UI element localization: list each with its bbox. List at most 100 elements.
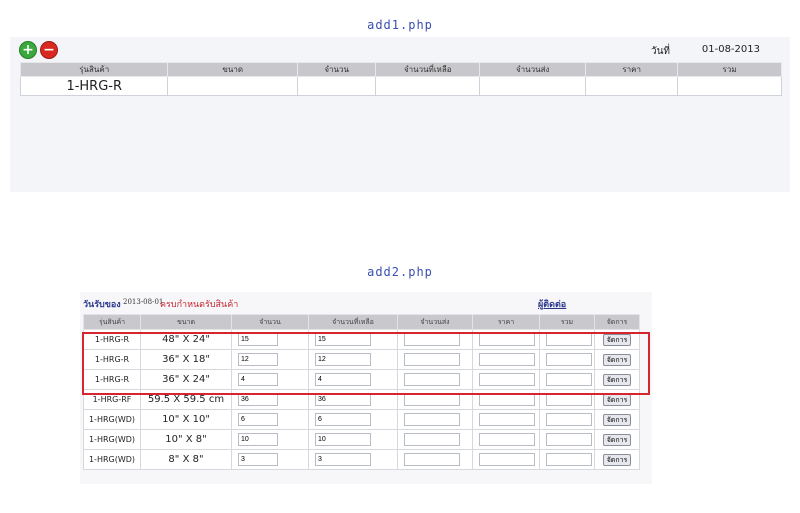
price-input[interactable] (479, 433, 535, 446)
plus-circle-icon[interactable]: + (19, 41, 37, 59)
col-model: รุ่นสินค้า (83, 314, 141, 330)
manage-button[interactable]: จัดการ (602, 393, 632, 406)
send-cell (397, 449, 473, 470)
remain-input[interactable] (315, 413, 371, 426)
size-cell: 10" X 10" (140, 409, 232, 430)
send-cell (397, 369, 473, 390)
col-size: ขนาด (140, 314, 232, 330)
col-price: ราคา (472, 314, 540, 330)
send-cell (397, 409, 473, 430)
table-row: 1-HRG-R36" X 18" จัดการ (83, 349, 640, 370)
model-cell: 1-HRG(WD) (83, 449, 141, 470)
send-input[interactable] (404, 413, 460, 426)
size-cell: 48" X 24" (140, 329, 232, 350)
manage-button[interactable]: จัดการ (602, 453, 632, 466)
col-remain: จำนวนที่เหลือ (375, 62, 481, 77)
remain-input[interactable] (315, 353, 371, 366)
table-row: 1-HRG-R (19, 76, 782, 96)
remain-cell (308, 329, 398, 350)
contact-link[interactable]: ผู้ติดต่อ (538, 297, 566, 311)
total-cell (677, 76, 782, 96)
remain-cell (308, 349, 398, 370)
remain-cell (308, 369, 398, 390)
total-input[interactable] (546, 453, 592, 466)
date-label: วันที่ (650, 46, 670, 57)
qty-cell (231, 349, 309, 370)
send-input[interactable] (404, 433, 460, 446)
model-cell: 1-HRG-R (83, 349, 141, 370)
price-cell (472, 449, 540, 470)
price-input[interactable] (479, 373, 535, 386)
manage-cell: จัดการ (594, 369, 640, 390)
price-input[interactable] (479, 453, 535, 466)
remain-input[interactable] (315, 433, 371, 446)
model-cell: 1-HRG-R (19, 76, 169, 96)
remain-cell (308, 449, 398, 470)
col-qty: จำนวน (296, 62, 377, 77)
price-input[interactable] (479, 393, 535, 406)
manage-button[interactable]: จัดการ (602, 433, 632, 446)
total-input[interactable] (546, 353, 592, 366)
manage-cell: จัดการ (594, 429, 640, 450)
model-cell: 1-HRG-R (83, 369, 141, 390)
qty-input[interactable] (238, 453, 278, 466)
receive-date-value: 2013-08-01 (123, 298, 164, 306)
remain-cell (375, 76, 481, 96)
qty-input[interactable] (238, 433, 278, 446)
col-total: รวม (539, 314, 595, 330)
price-cell (472, 429, 540, 450)
price-input[interactable] (479, 333, 535, 346)
send-input[interactable] (404, 373, 460, 386)
manage-button[interactable]: จัดการ (602, 373, 632, 386)
manage-button[interactable]: จัดการ (602, 353, 632, 366)
size-cell (167, 76, 298, 96)
remain-cell (308, 429, 398, 450)
send-input[interactable] (404, 393, 460, 406)
qty-cell (231, 429, 309, 450)
add2-panel: วันรับของ 2013-08-01 ครบกำหนดรับสินค้า ผ… (80, 292, 652, 484)
qty-input[interactable] (238, 393, 278, 406)
price-cell (472, 409, 540, 430)
qty-cell (231, 409, 309, 430)
qty-input[interactable] (238, 373, 278, 386)
total-cell (539, 389, 595, 410)
total-input[interactable] (546, 413, 592, 426)
remain-input[interactable] (315, 373, 371, 386)
total-cell (539, 349, 595, 370)
total-input[interactable] (546, 333, 592, 346)
send-cell (397, 429, 473, 450)
qty-input[interactable] (238, 413, 278, 426)
size-cell: 10" X 8" (140, 429, 232, 450)
minus-circle-icon[interactable]: − (40, 41, 58, 59)
manage-button[interactable]: จัดการ (602, 333, 632, 346)
send-input[interactable] (404, 353, 460, 366)
manage-button[interactable]: จัดการ (602, 413, 632, 426)
send-input[interactable] (404, 333, 460, 346)
price-cell (585, 76, 679, 96)
model-cell: 1-HRG(WD) (83, 429, 141, 450)
price-cell (472, 369, 540, 390)
total-input[interactable] (546, 393, 592, 406)
size-cell: 36" X 18" (140, 349, 232, 370)
col-model: รุ่นสินค้า (19, 62, 169, 77)
table-row: 1-HRG(WD)10" X 8" จัดการ (83, 429, 640, 450)
add1-caption: add1.php (367, 18, 433, 32)
send-cell (397, 389, 473, 410)
table-row: 1-HRG-RF59.5 X 59.5 cm จัดการ (83, 389, 640, 410)
remain-input[interactable] (315, 453, 371, 466)
price-cell (472, 389, 540, 410)
qty-input[interactable] (238, 353, 278, 366)
send-cell (397, 329, 473, 350)
total-input[interactable] (546, 433, 592, 446)
qty-input[interactable] (238, 333, 278, 346)
total-input[interactable] (546, 373, 592, 386)
remain-input[interactable] (315, 333, 371, 346)
due-status-text: ครบกำหนดรับสินค้า (160, 300, 239, 310)
price-input[interactable] (479, 413, 535, 426)
price-input[interactable] (479, 353, 535, 366)
size-cell: 36" X 24" (140, 369, 232, 390)
send-input[interactable] (404, 453, 460, 466)
remain-input[interactable] (315, 393, 371, 406)
col-send: จำนวนส่ง (397, 314, 473, 330)
qty-cell (231, 329, 309, 350)
